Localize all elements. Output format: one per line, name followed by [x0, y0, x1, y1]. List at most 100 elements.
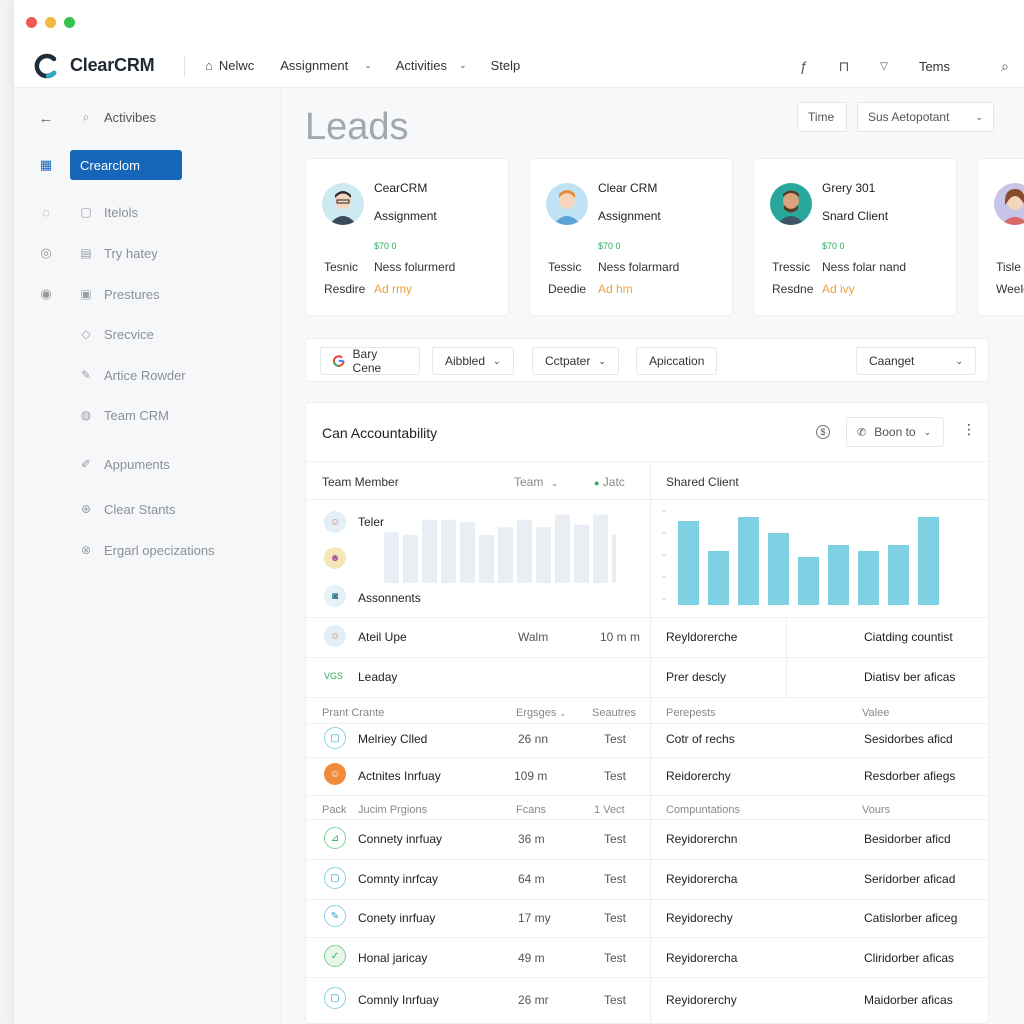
search-filter[interactable]: Bary Cene	[320, 347, 420, 375]
chart-bar[interactable]	[441, 519, 456, 583]
sidebar-header[interactable]: ⌕ Activibes	[78, 103, 156, 131]
chart-bar[interactable]	[460, 522, 475, 583]
chart-bar[interactable]	[593, 514, 608, 583]
lead-card[interactable]: Clear CRM Assignment $70 0 Tessic Ness f…	[529, 158, 733, 316]
chart-bar[interactable]	[555, 514, 570, 583]
table-cell: Sesidorbes aficd	[864, 732, 953, 746]
col-header-team-member[interactable]: Team Member	[322, 475, 399, 489]
chart-bar[interactable]	[498, 527, 513, 583]
chat-icon: ▤	[80, 246, 92, 260]
settings-icon[interactable]: ◉	[36, 286, 56, 302]
sidebar-item-1[interactable]: ▢ Itelols	[78, 198, 138, 226]
chart-bar[interactable]	[403, 534, 418, 583]
chart-bar[interactable]	[574, 524, 589, 583]
sidebar-item-9[interactable]: ⊗ Ergarl opecizations	[78, 536, 215, 564]
table-row-name[interactable]: Ateil Upe	[358, 630, 407, 644]
avatar: ◙	[324, 585, 346, 607]
col-header-team[interactable]: Team ⌄	[514, 475, 558, 489]
table-row-name[interactable]: Comnty inrfcay	[358, 872, 438, 886]
col-header-status[interactable]: ● Jatc	[594, 475, 625, 489]
sidebar-item-6[interactable]: ◍ Team CRM	[78, 401, 169, 429]
lead-card-partial[interactable]: Tisle Weelc	[977, 158, 1024, 316]
boon-to-button[interactable]: ✆ Boon to ⌄	[846, 417, 944, 447]
chart-bar[interactable]	[888, 545, 909, 605]
table-icon[interactable]: ▦	[36, 157, 56, 173]
message-icon[interactable]: ⌕	[996, 58, 1014, 75]
top-navigation: ClearCRM ⌂ Nelwc Assignment ⌄ Activities…	[14, 44, 1024, 88]
sidebar-item-5[interactable]: ✎ Artice Rowder	[78, 361, 186, 389]
table-row-name[interactable]: Actnites Inrfuay	[358, 769, 441, 783]
card-row2-value[interactable]: Ad hm	[598, 282, 633, 296]
status-dot-icon: ●	[594, 478, 600, 488]
nav-item-activities[interactable]: Activities ⌄	[384, 44, 479, 88]
filter-dropdown-1[interactable]: Aibbled ⌄	[432, 347, 514, 375]
chart-bar[interactable]	[798, 557, 819, 605]
subheader-cell[interactable]: Ergsges ⌄	[516, 707, 566, 719]
lock-icon[interactable]: ⊓	[835, 58, 853, 75]
nav-item-label: Activities	[395, 58, 448, 73]
close-window-button[interactable]	[26, 16, 37, 28]
accountability-panel: Can Accountability $ ✆ Boon to ⌄ ⋮ Team …	[305, 402, 989, 1024]
chart-bar[interactable]	[422, 519, 437, 583]
sidebar-item-7[interactable]: ✐ Appuments	[78, 450, 170, 478]
table-row-name[interactable]: Leaday	[358, 670, 397, 684]
filter-button-3[interactable]: Apiccation	[636, 347, 718, 375]
table-row-name[interactable]: Conety inrfuay	[358, 911, 435, 925]
sidebar-item-3[interactable]: ▣ Prestures	[78, 280, 159, 308]
chart-bar[interactable]	[536, 527, 551, 583]
table-cell: 36 m	[518, 832, 545, 846]
chart-bar[interactable]	[858, 551, 879, 605]
triangle-down-icon[interactable]: ▽	[875, 61, 893, 72]
chart-bar[interactable]	[738, 517, 759, 605]
subheader-label: Ergsges	[516, 707, 557, 719]
brand[interactable]: ClearCRM	[14, 53, 184, 79]
back-arrow-icon[interactable]: ←	[36, 110, 56, 127]
card-row2-key: Resdire	[324, 282, 366, 296]
sidebar-item-2[interactable]: ▤ Try hatey	[78, 239, 157, 267]
chart-bar[interactable]	[708, 551, 729, 605]
sidebar-active-label: Crearclom	[80, 157, 140, 173]
table-cell: Test	[604, 769, 627, 783]
nav-item-stelp[interactable]: Stelp	[479, 44, 533, 88]
time-button[interactable]: Time	[797, 102, 847, 132]
filter-dropdown-2[interactable]: Cctpater ⌄	[532, 347, 619, 375]
chart-bar[interactable]	[612, 534, 616, 583]
chart-bar[interactable]	[918, 517, 939, 605]
shield-icon[interactable]: ◌	[36, 205, 56, 220]
sidebar-item-4[interactable]: ◇ Srecvice	[78, 320, 153, 348]
lead-card[interactable]: CearCRM Assignment $70 0 Tesnic Ness fol…	[305, 158, 509, 316]
chart-bar[interactable]	[479, 534, 494, 583]
table-cell: Cotr of rechs	[666, 732, 735, 746]
avatar: ▢	[324, 987, 346, 1009]
chart-bar[interactable]	[768, 533, 789, 605]
table-row-name[interactable]: Melriey Clled	[358, 732, 427, 746]
nav-item-tems[interactable]: Tems	[919, 59, 950, 74]
filter-dropdown-4[interactable]: Caanget ⌄	[856, 347, 976, 375]
lead-card[interactable]: Grery 301 Snard Client $70 0 Tressic Nes…	[753, 158, 957, 316]
maximize-window-button[interactable]	[64, 16, 75, 28]
list-item-name[interactable]: Teler	[358, 515, 384, 529]
person-avatar-icon	[777, 190, 805, 225]
card-row2-value[interactable]: Ad ivy	[822, 282, 855, 296]
table-row-name[interactable]: Honal jaricay	[358, 951, 427, 965]
pin-icon[interactable]: ƒ	[795, 58, 813, 74]
sidebar-item-active[interactable]: Crearclom	[70, 150, 182, 180]
minimize-window-button[interactable]	[45, 16, 56, 28]
chat-bubble-icon[interactable]: ◎	[36, 245, 56, 261]
more-options-icon[interactable]: ⋮	[962, 421, 976, 438]
sidebar-item-8[interactable]: ⊕ Clear Stants	[78, 495, 176, 523]
chart-bar[interactable]	[678, 521, 699, 605]
assistant-select[interactable]: Sus Aetopotant ⌄	[857, 102, 994, 132]
list-item-name[interactable]: Assonnents	[358, 591, 421, 605]
divider	[306, 859, 988, 860]
chart-bar[interactable]	[384, 532, 399, 583]
table-row-name[interactable]: Connety inrfuay	[358, 832, 442, 846]
nav-item-home[interactable]: ⌂ Nelwc	[193, 44, 266, 88]
chart-bar[interactable]	[828, 545, 849, 605]
col-header-shared-client[interactable]: Shared Client	[666, 475, 739, 489]
card-row2-value[interactable]: Ad rmy	[374, 282, 412, 296]
chart-bar[interactable]	[517, 519, 532, 583]
info-icon[interactable]: $	[816, 425, 830, 439]
nav-item-assignment[interactable]: Assignment ⌄	[268, 44, 383, 88]
table-row-name[interactable]: Comnly Inrfuay	[358, 993, 439, 1007]
